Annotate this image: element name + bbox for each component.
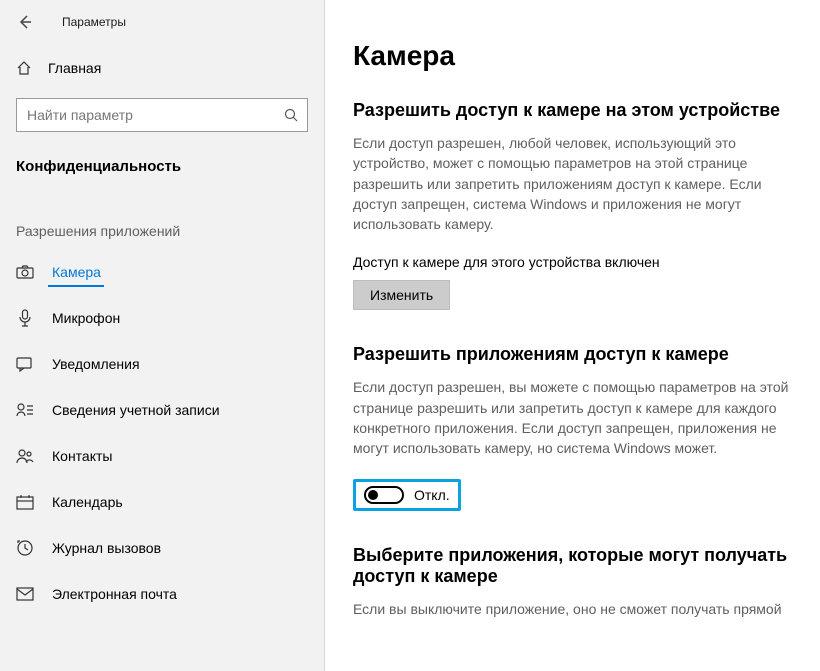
search-input[interactable] bbox=[17, 107, 307, 123]
change-button[interactable]: Изменить bbox=[353, 280, 450, 310]
call-history-icon bbox=[16, 539, 34, 557]
notifications-icon bbox=[16, 356, 34, 372]
nav-item-email[interactable]: Электронная почта bbox=[0, 571, 324, 617]
nav-item-label: Контакты bbox=[52, 448, 112, 464]
choose-apps-section: Выберите приложения, которые могут получ… bbox=[353, 545, 792, 619]
nav-item-notifications[interactable]: Уведомления bbox=[0, 341, 324, 387]
nav-item-label: Электронная почта bbox=[52, 586, 177, 602]
nav-item-calendar[interactable]: Календарь bbox=[0, 479, 324, 525]
nav-item-call-history[interactable]: Журнал вызовов bbox=[0, 525, 324, 571]
app-access-heading: Разрешить приложениям доступ к камере bbox=[353, 344, 792, 365]
choose-apps-desc: Если вы выключите приложение, оно не смо… bbox=[353, 599, 792, 619]
nav-home-label: Главная bbox=[48, 60, 101, 76]
nav-item-microphone[interactable]: Микрофон bbox=[0, 295, 324, 341]
device-access-status: Доступ к камере для этого устройства вкл… bbox=[353, 254, 792, 270]
nav-item-label: Уведомления bbox=[52, 356, 140, 372]
nav-item-contacts[interactable]: Контакты bbox=[0, 433, 324, 479]
group-header: Разрешения приложений bbox=[0, 193, 324, 249]
choose-apps-heading: Выберите приложения, которые могут получ… bbox=[353, 545, 792, 587]
nav-item-label: Микрофон bbox=[52, 310, 120, 326]
contacts-icon bbox=[16, 448, 34, 464]
titlebar: Параметры bbox=[0, 6, 324, 38]
email-icon bbox=[16, 587, 34, 601]
sidebar: Параметры Главная Конфиденциальность Раз… bbox=[0, 0, 325, 671]
nav-item-camera[interactable]: Камера bbox=[0, 249, 324, 295]
search-icon bbox=[283, 107, 299, 123]
app-access-toggle-highlight: Откл. bbox=[353, 479, 461, 511]
page-title: Камера bbox=[353, 40, 792, 72]
content: Камера Разрешить доступ к камере на этом… bbox=[325, 0, 820, 671]
camera-icon bbox=[16, 264, 34, 280]
nav-home[interactable]: Главная bbox=[0, 48, 324, 88]
device-access-section: Разрешить доступ к камере на этом устрой… bbox=[353, 100, 792, 310]
device-access-desc: Если доступ разрешен, любой человек, исп… bbox=[353, 133, 792, 234]
section-label: Конфиденциальность bbox=[0, 132, 324, 193]
calendar-icon bbox=[16, 494, 34, 510]
back-button[interactable] bbox=[10, 8, 38, 36]
app-access-desc: Если доступ разрешен, вы можете с помощь… bbox=[353, 377, 792, 458]
nav-item-label: Календарь bbox=[52, 494, 123, 510]
nav-item-label: Сведения учетной записи bbox=[52, 402, 220, 418]
back-arrow-icon bbox=[16, 14, 32, 30]
window-title: Параметры bbox=[62, 15, 126, 29]
device-access-heading: Разрешить доступ к камере на этом устрой… bbox=[353, 100, 792, 121]
app-access-toggle-label: Откл. bbox=[414, 487, 450, 503]
home-icon bbox=[16, 60, 32, 76]
nav-item-label: Журнал вызовов bbox=[52, 540, 161, 556]
app-access-toggle[interactable] bbox=[364, 486, 404, 504]
nav-item-account-info[interactable]: Сведения учетной записи bbox=[0, 387, 324, 433]
search-box[interactable] bbox=[16, 98, 308, 132]
microphone-icon bbox=[16, 309, 34, 327]
nav-item-label: Камера bbox=[52, 264, 101, 280]
app-access-section: Разрешить приложениям доступ к камере Ес… bbox=[353, 344, 792, 510]
account-info-icon bbox=[16, 402, 34, 418]
